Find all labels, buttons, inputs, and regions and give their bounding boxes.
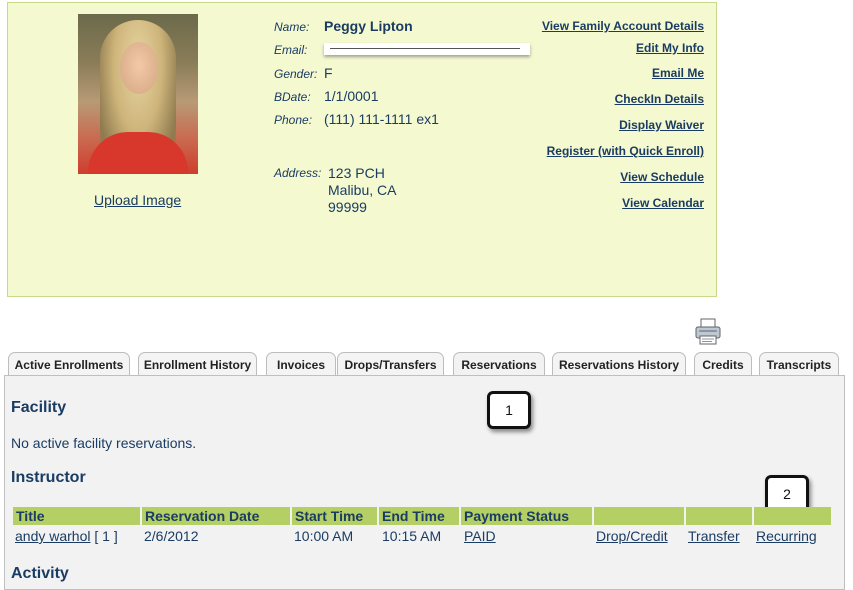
gender-label: Gender: <box>274 67 318 81</box>
address-line-2: Malibu, CA <box>328 182 397 198</box>
tab-reservations-history[interactable]: Reservations History <box>552 352 686 376</box>
tab-drops-transfers[interactable]: Drops/Transfers <box>337 352 444 376</box>
row-start-time: 10:00 AM <box>294 528 354 544</box>
tab-invoices[interactable]: Invoices <box>266 352 336 376</box>
address-line-1: 123 PCH <box>328 165 385 181</box>
edit-my-info-link[interactable]: Edit My Info <box>636 41 704 55</box>
header-blank-1 <box>594 507 684 525</box>
view-schedule-link[interactable]: View Schedule <box>620 170 704 184</box>
bdate-label: BDate: <box>274 90 311 104</box>
profile-photo <box>78 14 198 174</box>
activity-title: Activity <box>11 565 69 582</box>
row-reservation-date: 2/6/2012 <box>144 528 199 544</box>
phone-value: (111) 111-1111 ex1 <box>324 111 439 127</box>
header-title: Title <box>13 507 140 525</box>
view-family-account-link[interactable]: View Family Account Details <box>542 19 704 33</box>
facility-title: Facility <box>11 399 67 416</box>
row-end-time: 10:15 AM <box>382 528 442 544</box>
profile-panel: Upload Image Name: Peggy Lipton Email: l… <box>7 2 717 297</box>
printer-icon[interactable] <box>694 318 722 346</box>
email-label: Email: <box>274 43 308 57</box>
gender-value: F <box>324 65 333 81</box>
reservations-panel: Facility No active facility reservations… <box>4 375 845 590</box>
drop-credit-link[interactable]: Drop/Credit <box>596 528 668 544</box>
address-label: Address: <box>274 166 322 180</box>
view-calendar-link[interactable]: View Calendar <box>622 196 704 210</box>
email-redaction <box>324 43 530 55</box>
register-quick-enroll-link[interactable]: Register (with Quick Enroll) <box>547 144 704 158</box>
bdate-value: 1/1/0001 <box>324 88 379 104</box>
recurring-link[interactable]: Recurring <box>756 528 817 544</box>
callout-1: 1 <box>487 391 531 429</box>
tab-active-enrollments[interactable]: Active Enrollments <box>8 352 130 376</box>
tab-credits[interactable]: Credits <box>694 352 752 376</box>
header-blank-3 <box>754 507 831 525</box>
facility-empty-message: No active facility reservations. <box>11 435 197 451</box>
address-line-3: 99999 <box>328 199 367 215</box>
name-label: Name: <box>274 20 310 34</box>
row-title-link[interactable]: andy warhol <box>15 528 91 544</box>
transfer-link[interactable]: Transfer <box>688 528 740 544</box>
table-row: andy warhol [ 1 ] <box>15 528 118 544</box>
name-value: Peggy Lipton <box>324 18 413 34</box>
row-payment-status-link[interactable]: PAID <box>464 528 496 544</box>
email-me-link[interactable]: Email Me <box>652 66 704 80</box>
header-start-time: Start Time <box>292 507 377 525</box>
header-end-time: End Time <box>379 507 459 525</box>
phone-label: Phone: <box>274 113 313 127</box>
instructor-title: Instructor <box>11 469 86 486</box>
tab-enrollment-history[interactable]: Enrollment History <box>138 352 257 376</box>
header-reservation-date: Reservation Date <box>142 507 290 525</box>
row-count: [ 1 ] <box>94 528 118 544</box>
tab-reservations[interactable]: Reservations <box>453 352 545 376</box>
upload-image-link[interactable]: Upload Image <box>94 192 181 208</box>
tab-transcripts[interactable]: Transcripts <box>759 352 839 376</box>
checkin-details-link[interactable]: CheckIn Details <box>615 92 704 106</box>
display-waiver-link[interactable]: Display Waiver <box>619 118 704 132</box>
header-payment-status: Payment Status <box>461 507 592 525</box>
header-blank-2 <box>686 507 752 525</box>
